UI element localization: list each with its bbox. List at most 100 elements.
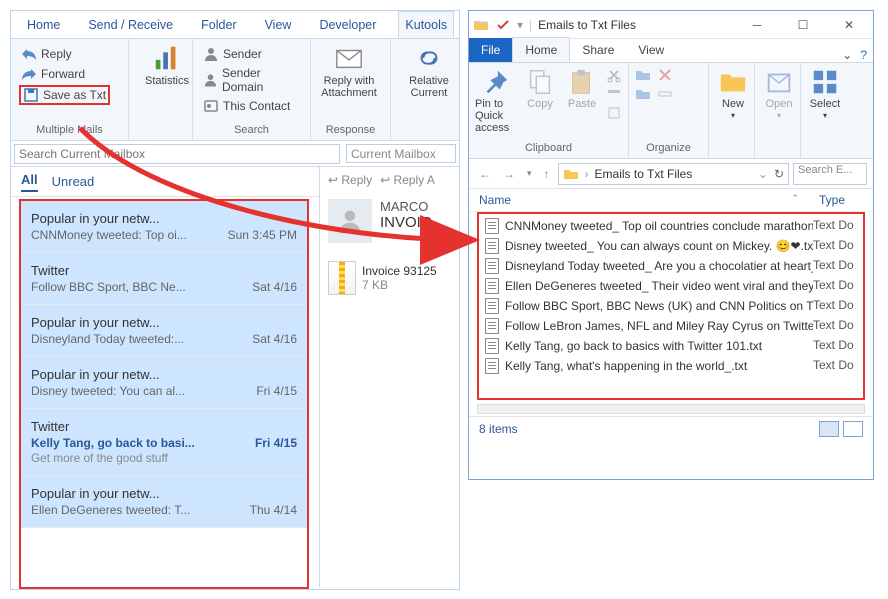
search-input[interactable] bbox=[14, 144, 340, 164]
group-clipboard-label: Clipboard bbox=[475, 142, 622, 154]
status-item-count: 8 items bbox=[479, 422, 518, 436]
file-row[interactable]: Ellen DeGeneres tweeted_ Their video wen… bbox=[479, 276, 863, 296]
pane-reply-all-button[interactable]: ↩ Reply A bbox=[380, 173, 435, 187]
text-file-icon bbox=[485, 298, 499, 314]
help-button[interactable]: ? bbox=[860, 48, 867, 62]
nav-recent-button[interactable]: ▾ bbox=[523, 168, 536, 179]
search-scope-dropdown[interactable]: Current Mailbox bbox=[346, 144, 456, 163]
rename-icon[interactable] bbox=[657, 86, 673, 102]
explorer-column-headers: Name ⌃ Type bbox=[469, 189, 873, 212]
pane-subject: INVOIC bbox=[380, 214, 432, 231]
reply-button[interactable]: Reply bbox=[19, 45, 110, 63]
list-item[interactable]: Popular in your netw...Ellen DeGeneres t… bbox=[21, 476, 307, 528]
reply-with-attachment-button[interactable]: Reply with Attachment bbox=[319, 43, 379, 124]
tab-home[interactable]: Home bbox=[21, 12, 66, 38]
attachment-name: Invoice 93125 bbox=[362, 264, 437, 278]
list-item[interactable]: TwitterFollow BBC Sport, BBC Ne...Sat 4/… bbox=[21, 253, 307, 305]
copy-path-icon[interactable] bbox=[606, 86, 622, 102]
maximize-button[interactable]: ☐ bbox=[783, 13, 823, 37]
details-view-button[interactable] bbox=[819, 421, 839, 437]
contact-icon bbox=[203, 98, 219, 114]
file-row[interactable]: CNNMoney tweeted_ Top oil countries conc… bbox=[479, 216, 863, 236]
check-icon bbox=[495, 17, 511, 33]
file-row[interactable]: Follow BBC Sport, BBC News (UK) and CNN … bbox=[479, 296, 863, 316]
explorer-file-list: CNNMoney tweeted_ Top oil countries conc… bbox=[477, 212, 865, 400]
text-file-icon bbox=[485, 278, 499, 294]
copy-to-icon[interactable] bbox=[635, 86, 651, 102]
nav-forward-button[interactable]: → bbox=[499, 167, 519, 181]
list-item[interactable]: Popular in your netw...CNNMoney tweeted:… bbox=[21, 201, 307, 253]
file-row[interactable]: Kelly Tang, what's happening in the worl… bbox=[479, 356, 863, 376]
new-button[interactable]: New▾ bbox=[715, 67, 751, 120]
attachment[interactable]: Invoice 93125 7 KB bbox=[328, 261, 451, 295]
outlook-tabstrip: Home Send / Receive Folder View Develope… bbox=[11, 11, 459, 39]
zip-icon bbox=[328, 261, 356, 295]
outlook-reading-pane: ↩ Reply ↩ Reply A MARCO INVOIC Invoice 9… bbox=[319, 167, 459, 587]
file-row[interactable]: Disneyland Today tweeted_ Are you a choc… bbox=[479, 256, 863, 276]
delete-icon[interactable] bbox=[657, 67, 673, 83]
copy-button[interactable]: Copy bbox=[522, 67, 558, 110]
file-row[interactable]: Follow LeBron James, NFL and Miley Ray C… bbox=[479, 316, 863, 336]
nav-back-button[interactable]: ← bbox=[475, 167, 495, 181]
save-as-txt-button[interactable]: Save as Txt bbox=[19, 85, 110, 105]
outlook-window: Home Send / Receive Folder View Develope… bbox=[10, 10, 460, 590]
tab-view[interactable]: View bbox=[626, 38, 676, 62]
statistics-button[interactable]: Statistics bbox=[137, 43, 197, 124]
outlook-search-row: Current Mailbox bbox=[11, 141, 459, 167]
tab-view[interactable]: View bbox=[259, 12, 298, 38]
filter-unread[interactable]: Unread bbox=[52, 174, 95, 189]
open-button[interactable]: Open▾ bbox=[761, 67, 797, 120]
horizontal-scrollbar[interactable] bbox=[477, 404, 865, 414]
nav-up-button[interactable]: ↑ bbox=[540, 167, 554, 181]
file-row[interactable]: Kelly Tang, go back to basics with Twitt… bbox=[479, 336, 863, 356]
tab-kutools[interactable]: Kutools bbox=[398, 11, 454, 38]
minimize-button[interactable]: ─ bbox=[737, 13, 777, 37]
icons-view-button[interactable] bbox=[843, 421, 863, 437]
list-item[interactable]: Popular in your netw...Disneyland Today … bbox=[21, 305, 307, 357]
sender-domain-button[interactable]: Sender Domain bbox=[201, 65, 302, 95]
this-contact-button[interactable]: This Contact bbox=[201, 97, 302, 115]
tab-folder[interactable]: Folder bbox=[195, 12, 242, 38]
tab-send-receive[interactable]: Send / Receive bbox=[82, 12, 179, 38]
select-button[interactable]: Select▾ bbox=[807, 67, 843, 120]
tab-file[interactable]: File bbox=[469, 38, 512, 62]
address-bar[interactable]: › Emails to Txt Files ⌄ ↻ bbox=[558, 163, 789, 185]
column-name[interactable]: Name ⌃ bbox=[479, 193, 819, 207]
folder-icon bbox=[563, 166, 579, 182]
pane-reply-button[interactable]: ↩ Reply bbox=[328, 173, 372, 187]
statistics-icon bbox=[152, 43, 182, 73]
attachment-size: 7 KB bbox=[362, 278, 437, 292]
list-item[interactable]: Popular in your netw...Disney tweeted: Y… bbox=[21, 357, 307, 409]
sender-label: Sender bbox=[223, 47, 262, 61]
pin-quick-access-button[interactable]: Pin to Quick access bbox=[475, 67, 516, 134]
paste-shortcut-icon[interactable] bbox=[606, 105, 622, 121]
copy-icon bbox=[525, 67, 555, 97]
close-button[interactable]: ✕ bbox=[829, 13, 869, 37]
file-row[interactable]: Disney tweeted_ You can always count on … bbox=[479, 236, 863, 256]
group-multiple-mails-label: Multiple Mails bbox=[19, 124, 120, 136]
paste-button[interactable]: Paste bbox=[564, 67, 600, 110]
explorer-navbar: ← → ▾ ↑ › Emails to Txt Files ⌄ ↻ Search… bbox=[469, 159, 873, 189]
group-search-label: Search bbox=[201, 124, 302, 136]
sender-button[interactable]: Sender bbox=[201, 45, 302, 63]
relative-current-button[interactable]: Relative Current bbox=[399, 43, 459, 124]
tab-share[interactable]: Share bbox=[570, 38, 626, 62]
filter-all[interactable]: All bbox=[21, 172, 38, 192]
list-item[interactable]: TwitterKelly Tang, go back to basi...Fri… bbox=[21, 409, 307, 476]
reply-label: Reply bbox=[41, 47, 72, 61]
cut-icon[interactable] bbox=[606, 67, 622, 83]
explorer-status-bar: 8 items bbox=[469, 416, 873, 440]
reply-icon bbox=[21, 46, 37, 62]
sender-domain-label: Sender Domain bbox=[222, 66, 300, 94]
move-to-icon[interactable] bbox=[635, 67, 651, 83]
group-response-label: Response bbox=[319, 124, 382, 136]
text-file-icon bbox=[485, 358, 499, 374]
ribbon-collapse-button[interactable]: ⌄ bbox=[842, 48, 852, 62]
forward-button[interactable]: Forward bbox=[19, 65, 110, 83]
tab-home[interactable]: Home bbox=[512, 37, 570, 62]
pin-icon bbox=[481, 67, 511, 97]
tab-developer[interactable]: Developer bbox=[313, 12, 382, 38]
explorer-search-input[interactable]: Search E... bbox=[793, 163, 867, 185]
column-type[interactable]: Type bbox=[819, 193, 863, 207]
link-icon bbox=[414, 43, 444, 73]
